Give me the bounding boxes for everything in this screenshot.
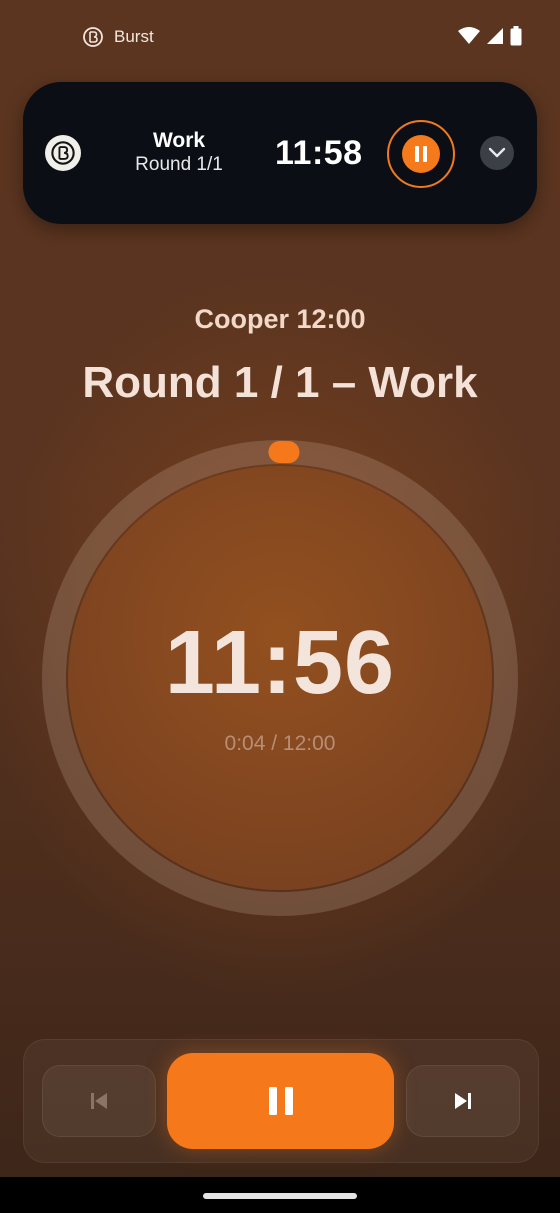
mini-expand-button[interactable] xyxy=(480,136,514,170)
mini-app-logo xyxy=(45,135,81,171)
status-icons xyxy=(458,26,522,46)
status-bar: Burst xyxy=(0,0,560,76)
wifi-icon xyxy=(458,27,480,44)
navigation-bar xyxy=(0,1177,560,1213)
round-title: Round 1 / 1 – Work xyxy=(82,358,478,407)
gesture-handle[interactable] xyxy=(203,1193,357,1199)
timer-elapsed: 0:04 / 12:00 xyxy=(224,732,336,755)
mini-phase-label: Work xyxy=(152,129,206,152)
skip-previous-icon xyxy=(91,1093,107,1109)
status-app-notification: Burst xyxy=(82,26,154,48)
app-logo-icon xyxy=(83,27,103,47)
notification-mini-player[interactable]: Work Round 1/1 11:58 xyxy=(23,82,537,224)
control-dock xyxy=(23,1039,539,1163)
pause-icon xyxy=(415,146,427,162)
cellular-signal-icon xyxy=(487,28,503,44)
pause-icon xyxy=(268,1087,293,1115)
status-app-name: Burst xyxy=(114,27,154,46)
timer-remaining: 11:56 xyxy=(164,613,396,713)
mini-pause-button-fill[interactable] xyxy=(402,135,440,173)
battery-icon xyxy=(510,26,522,46)
mini-labels: Work Round 1/1 xyxy=(123,128,235,177)
chevron-down-icon xyxy=(488,147,506,158)
skip-next-icon xyxy=(455,1093,471,1109)
next-button[interactable] xyxy=(406,1065,520,1137)
app-logo-icon xyxy=(51,141,75,165)
workout-name: Cooper 12:00 xyxy=(194,304,366,334)
mini-round-label: Round 1/1 xyxy=(135,154,223,175)
timer-dial: 11:56 0:04 / 12:00 xyxy=(42,440,518,916)
mini-pause-button[interactable] xyxy=(387,120,455,188)
pause-button[interactable] xyxy=(167,1053,394,1149)
mini-time-remaining: 11:58 xyxy=(275,134,363,172)
previous-button[interactable] xyxy=(42,1065,156,1137)
